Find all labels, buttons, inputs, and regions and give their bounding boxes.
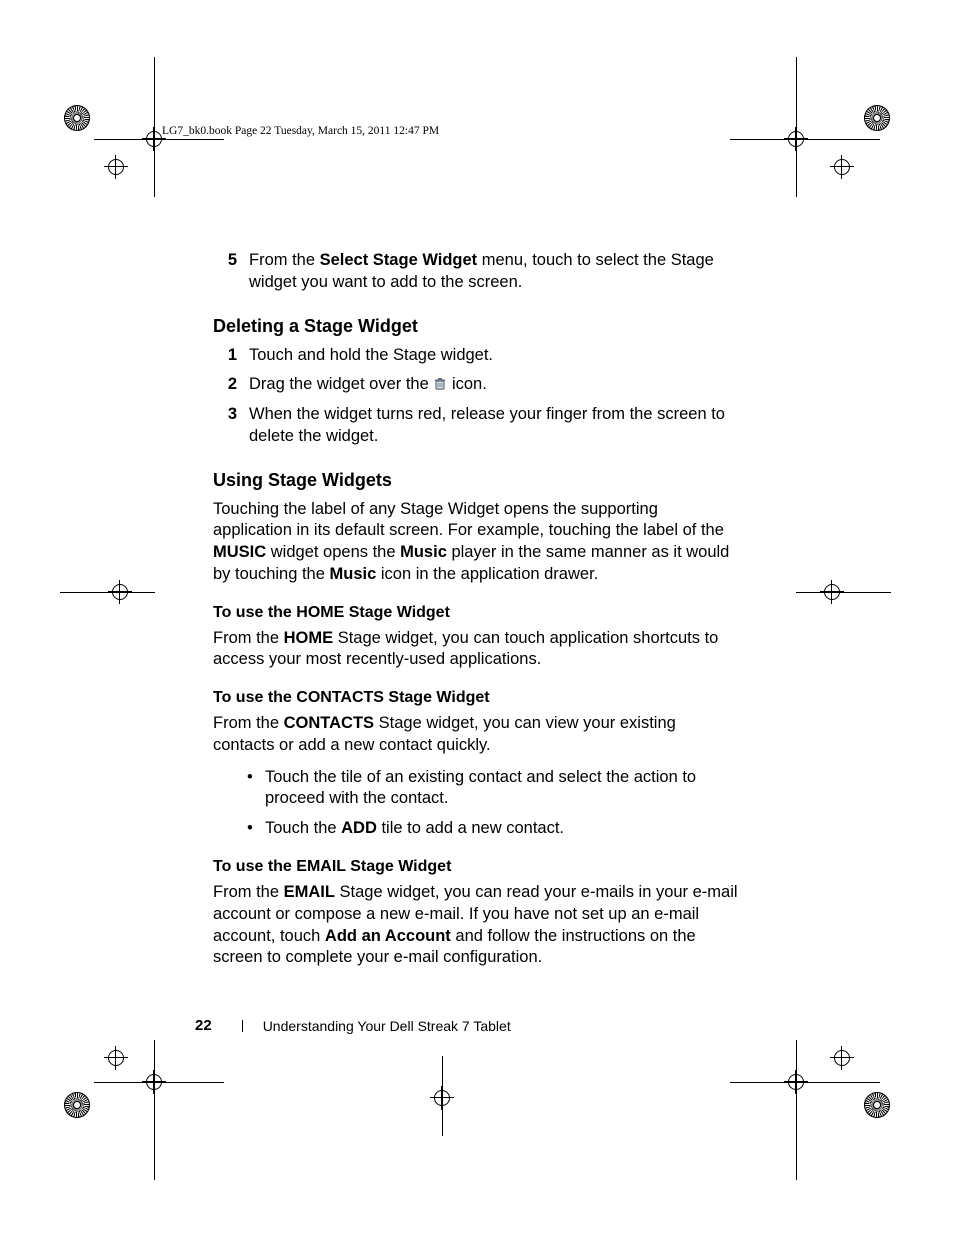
list-item: Touch the tile of an existing contact an… <box>249 767 739 811</box>
contacts-bullets: Touch the tile of an existing contact an… <box>213 767 739 840</box>
book-header: LG7_bk0.book Page 22 Tuesday, March 15, … <box>162 125 439 137</box>
heading-deleting: Deleting a Stage Widget <box>213 316 739 337</box>
step-text: From the Select Stage Widget menu, touch… <box>249 251 714 291</box>
trash-icon <box>433 375 452 393</box>
using-paragraph: Touching the label of any Stage Widget o… <box>213 499 739 586</box>
heading-email: To use the EMAIL Stage Widget <box>213 858 739 876</box>
footer-divider <box>242 1020 243 1032</box>
chapter-title: Understanding Your Dell Streak 7 Tablet <box>263 1018 511 1034</box>
contacts-paragraph: From the CONTACTS Stage widget, you can … <box>213 713 739 757</box>
heading-using: Using Stage Widgets <box>213 470 739 491</box>
step-3: 3 When the widget turns red, release you… <box>213 404 739 448</box>
step-number: 5 <box>221 250 237 272</box>
heading-home: To use the HOME Stage Widget <box>213 604 739 622</box>
list-item: Touch the ADD tile to add a new contact. <box>249 818 739 840</box>
step-5: 5 From the Select Stage Widget menu, tou… <box>213 250 739 294</box>
home-paragraph: From the HOME Stage widget, you can touc… <box>213 628 739 672</box>
email-paragraph: From the EMAIL Stage widget, you can rea… <box>213 882 739 969</box>
continued-steps: 5 From the Select Stage Widget menu, tou… <box>213 250 739 294</box>
page-footer: 22 Understanding Your Dell Streak 7 Tabl… <box>195 1017 511 1034</box>
step-2: 2 Drag the widget over the icon. <box>213 374 739 396</box>
step-1: 1 Touch and hold the Stage widget. <box>213 345 739 367</box>
page-number: 22 <box>195 1017 212 1034</box>
heading-contacts: To use the CONTACTS Stage Widget <box>213 689 739 707</box>
deleting-steps: 1 Touch and hold the Stage widget. 2 Dra… <box>213 345 739 448</box>
page-content: 5 From the Select Stage Widget menu, tou… <box>213 250 739 979</box>
